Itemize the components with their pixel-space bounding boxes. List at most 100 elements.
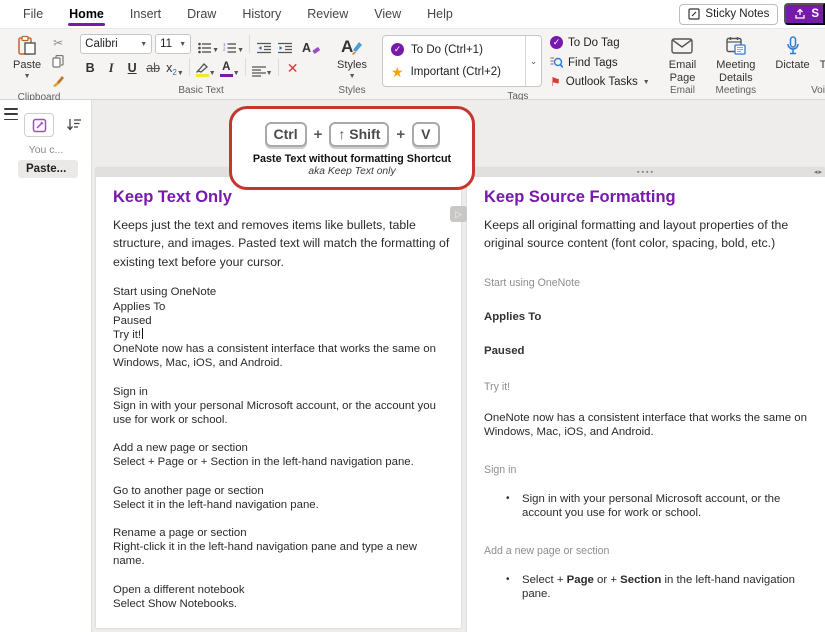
bullet-text: Select + Page or + Section in the left-h… xyxy=(522,573,811,602)
tag-todo[interactable]: ✓ To Do (Ctrl+1) xyxy=(389,41,519,58)
text-line[interactable]: Paused xyxy=(113,314,451,328)
menu-tab-review[interactable]: Review xyxy=(294,2,361,27)
basic-text-row-1: Calibri ▼ 11 ▼ ▼ 12 ▼ xyxy=(80,34,322,54)
shortcut-keys: Ctrl+↑ Shift+V xyxy=(265,122,440,147)
chevron-down-icon: ▼ xyxy=(179,41,186,48)
paragraph-alignment-button[interactable]: ▼ xyxy=(250,57,274,77)
todo-tag-button[interactable]: ✓ To Do Tag xyxy=(550,36,650,49)
format-painter-icon[interactable] xyxy=(48,72,68,89)
paste-options-icon[interactable]: ▷ xyxy=(450,206,467,222)
outlook-tasks-button[interactable]: ⚑ Outlook Tasks ▼ xyxy=(550,76,650,88)
clear-formatting-letter: A xyxy=(302,42,311,55)
copy-icon[interactable] xyxy=(48,53,68,70)
cut-icon[interactable]: ✂ xyxy=(48,34,68,51)
menu-tab-draw[interactable]: Draw xyxy=(174,2,229,27)
share-label: S xyxy=(811,8,819,20)
meeting-details-button[interactable]: Meeting Details xyxy=(711,32,760,84)
highlight-button[interactable]: ▼ xyxy=(194,57,217,77)
share-button[interactable]: S xyxy=(784,3,825,25)
basic-text-row-2: B I U ab x 2 ▼ xyxy=(80,57,322,77)
chevron-down-icon: ▼ xyxy=(177,70,184,77)
text-block[interactable]: Applies To xyxy=(484,311,811,323)
text-line[interactable]: Select + Page or + Section in the left-h… xyxy=(113,455,451,469)
menu-tab-help[interactable]: Help xyxy=(414,2,466,27)
text-line[interactable]: Rename a page or section xyxy=(113,526,451,540)
hamburger-menu-icon[interactable] xyxy=(4,108,18,120)
menu-tab-home[interactable]: Home xyxy=(56,2,117,27)
text-line[interactable]: Select Show Notebooks. xyxy=(113,597,451,611)
find-tags-button[interactable]: Find Tags xyxy=(550,56,650,69)
tag-important[interactable]: ★ Important (Ctrl+2) xyxy=(389,63,519,81)
menu-tab-file[interactable]: File xyxy=(10,2,56,27)
text-line[interactable]: Open a different notebook xyxy=(113,583,451,597)
section-heading[interactable]: Try it! xyxy=(484,381,811,393)
shortcut-callout: Ctrl+↑ Shift+V Paste Text without format… xyxy=(229,106,475,190)
text-line[interactable]: OneNote now has a consistent interface t… xyxy=(113,342,451,370)
plus-sign: + xyxy=(396,126,405,143)
menu-tab-history[interactable]: History xyxy=(229,2,294,27)
text-paragraph: Rename a page or sectionRight-click it i… xyxy=(113,526,451,569)
text-line[interactable]: Select it in the left-hand navigation pa… xyxy=(113,498,451,512)
font-size-select[interactable]: 11 ▼ xyxy=(155,34,191,54)
menu-tab-insert[interactable]: Insert xyxy=(117,2,174,27)
text-line[interactable]: Right-click it in the left-hand navigati… xyxy=(113,540,451,568)
delete-button[interactable]: ✕ xyxy=(283,57,303,77)
text-paragraph: Start using OneNoteApplies ToPausedTry i… xyxy=(113,285,451,370)
strikethrough-button[interactable]: ab xyxy=(143,57,163,77)
text-block[interactable]: •Select + Page or + Section in the left-… xyxy=(484,573,811,602)
paste-clipboard-icon xyxy=(17,35,37,57)
delete-x-icon: ✕ xyxy=(287,61,299,77)
text-block[interactable]: Paused xyxy=(484,345,811,357)
text-block[interactable]: •Sign in with your personal Microsoft ac… xyxy=(484,492,811,521)
svg-text:A: A xyxy=(341,37,353,56)
font-color-button[interactable]: A ▼ xyxy=(218,57,241,77)
text-block[interactable]: OneNote now has a consistent interface t… xyxy=(484,411,811,440)
paste-button[interactable]: Paste ▼ xyxy=(8,32,46,80)
page-item-selected[interactable]: Paste... xyxy=(18,160,78,178)
keycap-ctrl: Ctrl xyxy=(265,122,307,147)
underline-button[interactable]: U xyxy=(122,57,142,77)
font-name-select[interactable]: Calibri ▼ xyxy=(80,34,152,54)
font-size-value: 11 xyxy=(160,38,172,50)
todo-check-icon: ✓ xyxy=(391,43,404,56)
increase-indent-button[interactable] xyxy=(275,34,295,54)
panel-drag-bar[interactable]: ▪▪▪▪ xyxy=(467,168,825,177)
section-heading[interactable]: Sign in xyxy=(484,464,811,476)
italic-button[interactable]: I xyxy=(101,57,121,77)
ribbon-group-meetings: Meeting Details Meetings xyxy=(707,32,764,99)
bullet-text: Sign in with your personal Microsoft acc… xyxy=(522,492,811,521)
divider xyxy=(278,58,279,76)
bold-button[interactable]: B xyxy=(80,57,100,77)
resize-handle-icon[interactable]: ◂▸ xyxy=(814,169,823,176)
text-line[interactable]: Sign in with your personal Microsoft acc… xyxy=(113,399,451,427)
chevron-down-icon: ▼ xyxy=(266,70,273,77)
page-item-truncated[interactable]: You c... xyxy=(0,144,92,156)
text-line[interactable]: Try it! xyxy=(113,328,451,342)
subscript-button[interactable]: x 2 ▼ xyxy=(164,57,185,77)
text-line[interactable]: Go to another page or section xyxy=(113,484,451,498)
sort-pages-button[interactable] xyxy=(66,118,82,132)
new-page-button[interactable] xyxy=(24,113,54,137)
ribbon-group-email: Email Page Email xyxy=(660,32,706,99)
styles-button[interactable]: A Styles ▼ xyxy=(332,32,372,80)
text-line[interactable]: Start using OneNote xyxy=(113,285,451,299)
bullet-list-button[interactable]: ▼ xyxy=(196,34,220,54)
section-heading[interactable]: Start using OneNote xyxy=(484,277,811,289)
menu-tab-view[interactable]: View xyxy=(361,2,414,27)
transcribe-button[interactable]: Transcribe ▼ xyxy=(815,32,825,80)
decrease-indent-button[interactable] xyxy=(254,34,274,54)
notes-canvas: ▪▪▪▪ ◂▸ Keep Text Only Keeps just the te… xyxy=(93,100,825,632)
page-intro: Keeps all original formatting and layout… xyxy=(484,216,811,253)
tag-gallery-more-button[interactable]: ⌄ xyxy=(525,36,541,86)
outlook-flag-icon: ⚑ xyxy=(550,76,561,88)
sticky-notes-button[interactable]: Sticky Notes xyxy=(679,4,778,25)
section-heading[interactable]: Add a new page or section xyxy=(484,545,811,557)
dictate-button[interactable]: Dictate xyxy=(770,32,814,72)
numbered-list-button[interactable]: 12 ▼ xyxy=(221,34,245,54)
email-page-button[interactable]: Email Page xyxy=(664,32,702,84)
text-line[interactable]: Applies To xyxy=(113,300,451,314)
text-line[interactable]: Sign in xyxy=(113,385,451,399)
font-color-letter: A xyxy=(222,62,230,74)
text-line[interactable]: Add a new page or section xyxy=(113,441,451,455)
clear-formatting-button[interactable]: A xyxy=(300,34,322,54)
